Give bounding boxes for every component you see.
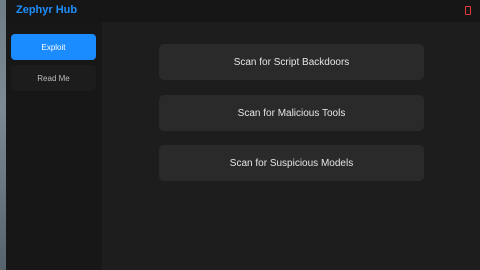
title-bar[interactable]: Zephyr Hub (6, 0, 480, 22)
scan-script-backdoors-button[interactable]: Scan for Script Backdoors (159, 44, 424, 80)
sidebar-item-read-me[interactable]: Read Me (11, 65, 96, 91)
scan-suspicious-models-button[interactable]: Scan for Suspicious Models (159, 145, 424, 181)
app-window: Zephyr Hub Exploit Read Me Scan for Scri… (6, 0, 480, 270)
main-panel: Scan for Script Backdoors Scan for Malic… (102, 22, 480, 270)
close-icon[interactable] (465, 6, 471, 15)
scan-malicious-tools-button[interactable]: Scan for Malicious Tools (159, 95, 424, 131)
sidebar: Exploit Read Me (6, 22, 102, 270)
app-title: Zephyr Hub (16, 4, 78, 16)
sidebar-item-exploit[interactable]: Exploit (11, 34, 96, 60)
